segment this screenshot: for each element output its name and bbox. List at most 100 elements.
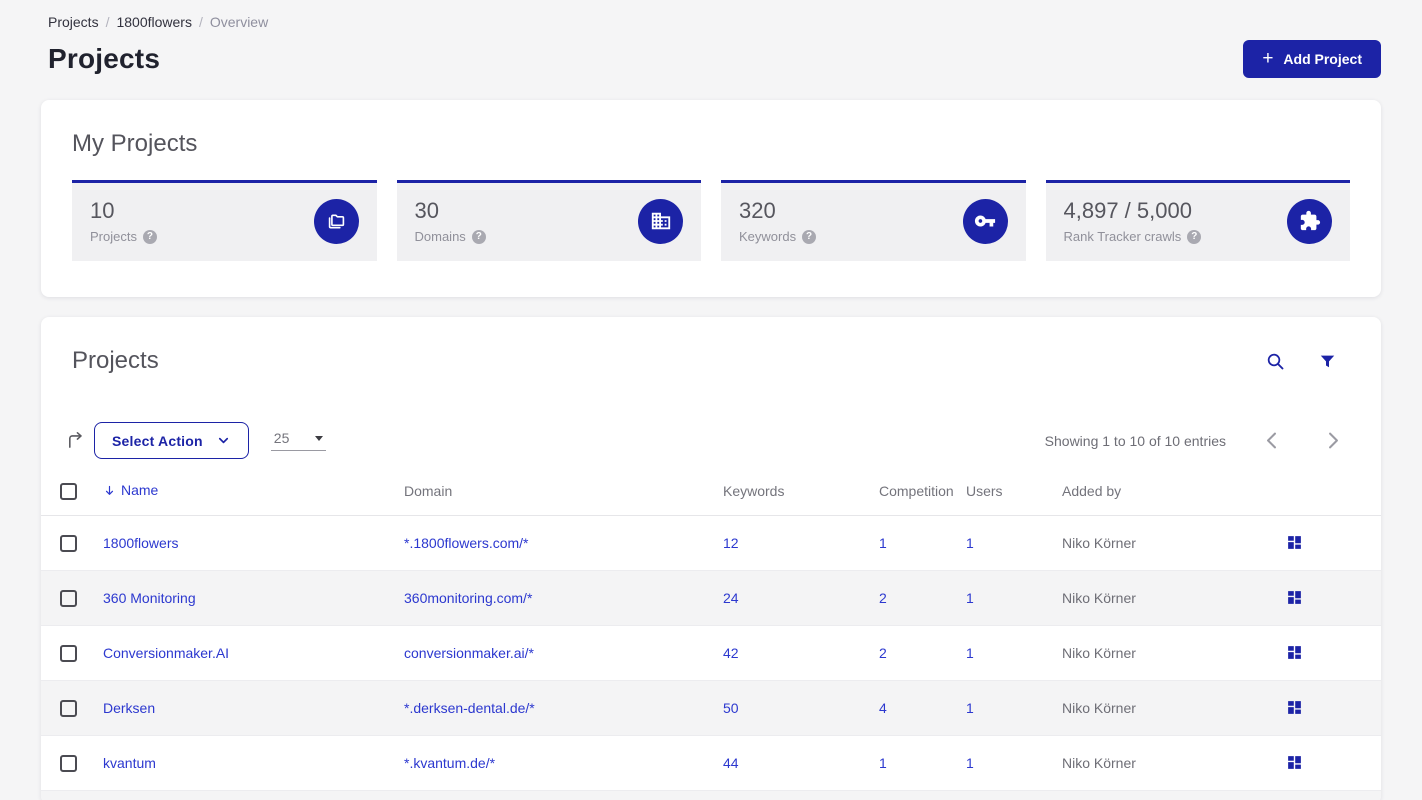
my-projects-title: My Projects [72, 130, 198, 157]
project-added-by: Niko Körner [1062, 754, 1136, 771]
column-header-domain[interactable]: Domain [404, 480, 723, 516]
table-row: 360 Monitoring 360monitoring.com/* 24 2 … [41, 570, 1381, 626]
projects-panel-title: Projects [72, 347, 159, 374]
chevron-left-icon[interactable] [1254, 426, 1289, 455]
projects-folders-icon [313, 198, 359, 244]
stat-label-rank-tracker: Rank Tracker crawls [1063, 229, 1182, 244]
project-domain-link[interactable]: *.derksen-dental.de/* [404, 700, 535, 716]
table-toolbar: Select Action 25 Showing 1 to 10 of 10 e… [41, 375, 1381, 459]
table-row: Derksen *.derksen-dental.de/* 50 4 1 Nik… [41, 680, 1381, 736]
page-size-select[interactable]: 25 [270, 430, 326, 451]
project-domain-link[interactable]: *.kvantum.de/* [404, 755, 495, 771]
column-header-added-by[interactable]: Added by [1062, 480, 1262, 516]
breadcrumb-projects[interactable]: Projects [48, 14, 99, 30]
entries-status-text: Showing 1 to 10 of 10 entries [1044, 432, 1226, 449]
project-keywords-link[interactable]: 42 [723, 645, 739, 661]
select-action-label: Select Action [112, 432, 203, 449]
stat-card-rank-tracker: 4,897 / 5,000 Rank Tracker crawls ? [1045, 180, 1350, 261]
column-header-actions [1262, 480, 1381, 516]
breadcrumb: Projects / 1800flowers / Overview [48, 0, 1381, 30]
dashboard-grid-icon[interactable] [1286, 534, 1303, 551]
project-users-link[interactable]: 1 [966, 590, 974, 606]
page: Projects / 1800flowers / Overview Projec… [0, 0, 1422, 800]
project-name-link[interactable]: 360 Monitoring [103, 590, 196, 606]
project-added-by: Niko Körner [1062, 699, 1136, 716]
project-name-link[interactable]: Conversionmaker.AI [103, 645, 229, 661]
breadcrumb-overview: Overview [209, 14, 269, 30]
help-icon[interactable]: ? [802, 229, 817, 244]
project-keywords-link[interactable]: 24 [723, 590, 739, 606]
add-project-label: Add Project [1283, 51, 1362, 67]
dashboard-grid-icon[interactable] [1286, 644, 1303, 661]
search-icon[interactable] [1265, 351, 1286, 372]
breadcrumb-1800flowers[interactable]: 1800flowers [116, 14, 192, 30]
select-action-dropdown[interactable]: Select Action [94, 422, 249, 459]
stat-label-domains: Domains [414, 229, 466, 244]
row-checkbox[interactable] [60, 589, 77, 607]
column-header-name[interactable]: Name [103, 482, 158, 498]
page-title: Projects [48, 43, 161, 74]
column-header-competition[interactable]: Competition [879, 480, 966, 516]
keywords-key-icon [962, 198, 1008, 244]
project-domain-link[interactable]: 360monitoring.com/* [404, 590, 532, 606]
column-header-keywords[interactable]: Keywords [723, 480, 879, 516]
dashboard-grid-icon[interactable] [1286, 699, 1303, 716]
row-checkbox[interactable] [60, 644, 77, 662]
table-row: Conversionmaker.AI conversionmaker.ai/* … [41, 625, 1381, 680]
stat-card-keywords: 320 Keywords ? [721, 180, 1026, 261]
projects-panel-card: Projects Select Action 25 Showing 1 to 1… [41, 317, 1381, 800]
project-keywords-link[interactable]: 44 [723, 755, 739, 771]
panel-header: Projects [41, 317, 1381, 375]
table-row: kvantum *.kvantum.de/* 44 1 1 Niko Körne… [41, 735, 1381, 790]
project-name-link[interactable]: 1800flowers [103, 535, 179, 551]
row-checkbox[interactable] [60, 534, 77, 552]
help-icon[interactable]: ? [471, 229, 486, 244]
export-arrow-icon[interactable] [65, 430, 86, 451]
rank-tracker-puzzle-icon [1287, 198, 1332, 244]
project-keywords-link[interactable]: 50 [723, 700, 739, 716]
project-added-by: Niko Körner [1062, 644, 1136, 661]
project-name-link[interactable]: Derksen [103, 700, 155, 716]
project-competition-link[interactable]: 1 [879, 535, 887, 551]
project-users-link[interactable]: 1 [966, 755, 974, 771]
projects-table: Name Domain Keywords Competition Users A… [41, 480, 1381, 800]
stat-value-projects: 10 [90, 198, 115, 223]
project-domain-link[interactable]: *.1800flowers.com/* [404, 535, 529, 551]
help-icon[interactable]: ? [1187, 229, 1202, 244]
sort-descending-icon [105, 485, 114, 495]
project-competition-link[interactable]: 2 [879, 645, 887, 661]
column-header-users[interactable]: Users [966, 480, 1062, 516]
project-added-by: Niko Körner [1062, 589, 1136, 606]
stat-card-domains: 30 Domains ? [396, 180, 701, 261]
stat-value-keywords: 320 [739, 198, 776, 223]
select-all-checkbox[interactable] [60, 482, 77, 500]
add-project-button[interactable]: + Add Project [1243, 40, 1381, 78]
my-projects-card: My Projects 10 Projects ? 30 Domains ? 3… [41, 100, 1381, 297]
help-icon[interactable]: ? [142, 229, 157, 244]
project-domain-link[interactable]: conversionmaker.ai/* [404, 645, 534, 661]
filter-icon[interactable] [1318, 352, 1337, 371]
project-users-link[interactable]: 1 [966, 535, 974, 551]
project-users-link[interactable]: 1 [966, 645, 974, 661]
chevron-right-icon[interactable] [1316, 426, 1351, 455]
caret-down-icon [314, 435, 323, 441]
project-competition-link[interactable]: 1 [879, 755, 887, 771]
project-name-link[interactable]: kvantum [103, 755, 156, 771]
row-checkbox[interactable] [60, 699, 77, 717]
dashboard-grid-icon[interactable] [1286, 589, 1303, 606]
row-checkbox[interactable] [60, 754, 77, 772]
project-competition-link[interactable]: 4 [879, 700, 887, 716]
projects-table-body: 1800flowers *.1800flowers.com/* 12 1 1 N… [41, 515, 1381, 790]
project-users-link[interactable]: 1 [966, 700, 974, 716]
project-competition-link[interactable]: 2 [879, 590, 887, 606]
table-row: 1800flowers *.1800flowers.com/* 12 1 1 N… [41, 515, 1381, 570]
stats-row: 10 Projects ? 30 Domains ? 320 Keywords … [72, 180, 1350, 261]
dashboard-grid-icon[interactable] [1286, 754, 1303, 771]
stat-label-projects: Projects [90, 229, 137, 244]
table-header-row: Name Domain Keywords Competition Users A… [41, 480, 1381, 516]
breadcrumb-separator: / [198, 14, 203, 30]
stat-label-keywords: Keywords [739, 229, 797, 244]
project-keywords-link[interactable]: 12 [723, 535, 739, 551]
pagination [1254, 426, 1351, 455]
projects-table-partial [41, 790, 1381, 800]
